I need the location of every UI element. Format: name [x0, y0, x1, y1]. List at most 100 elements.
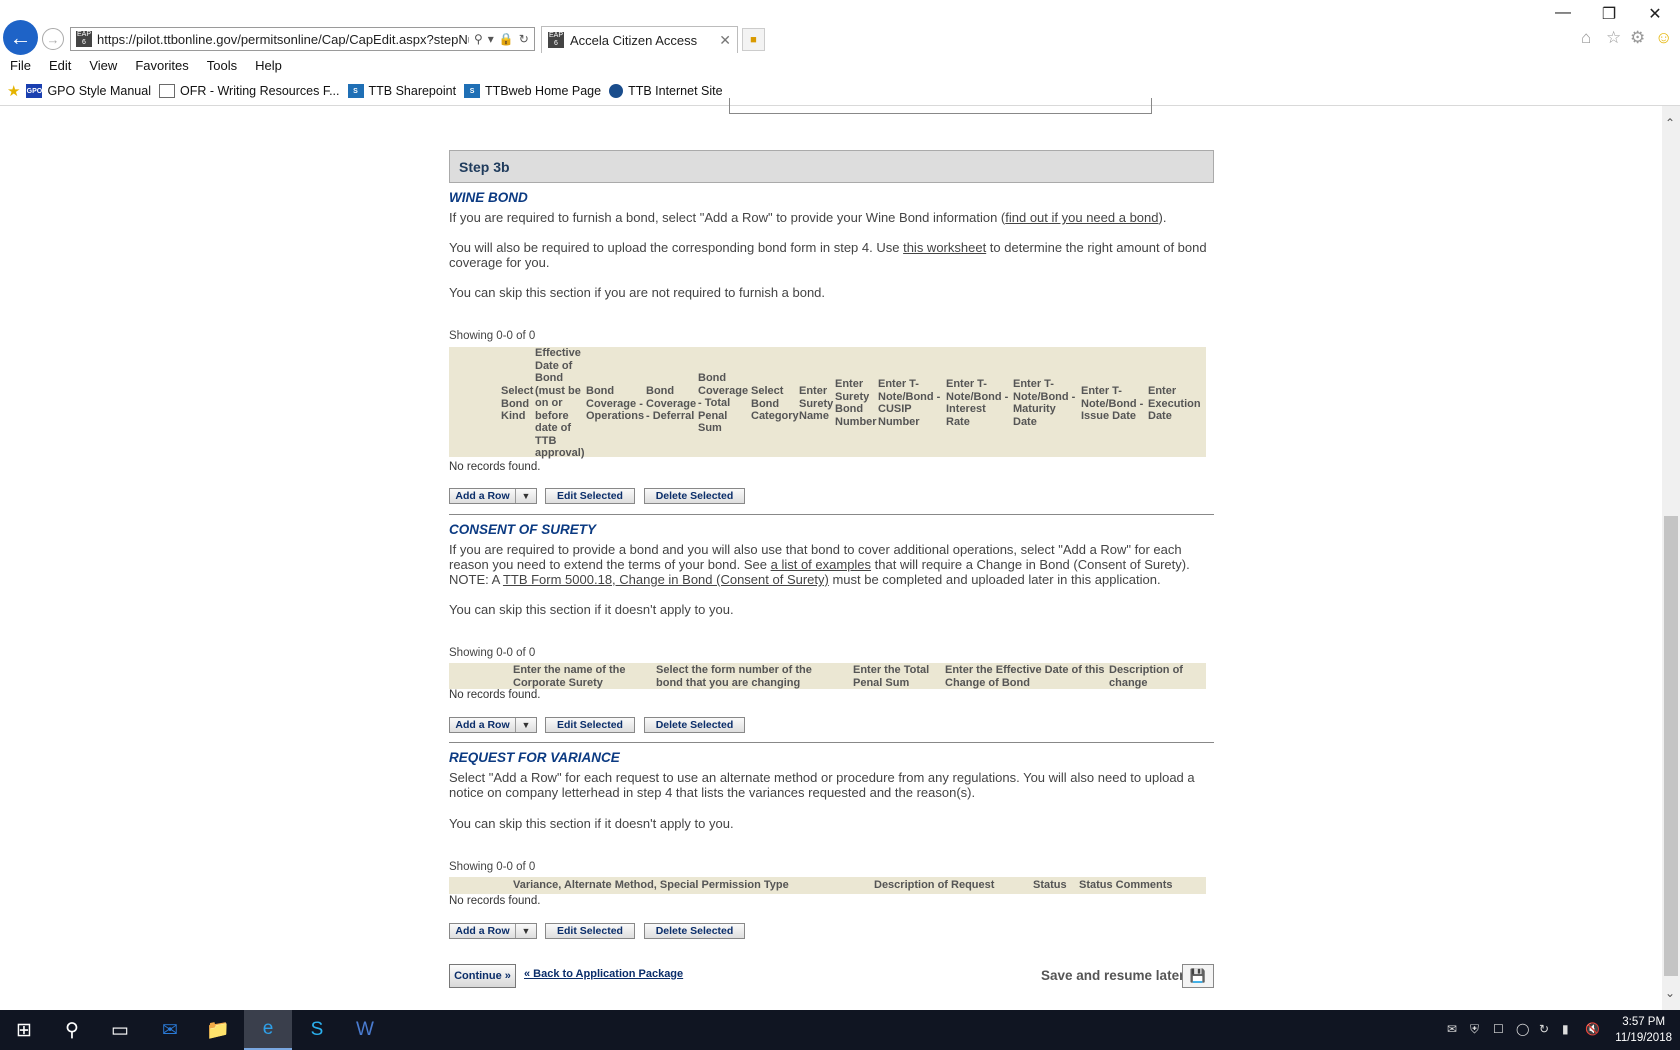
list-of-examples-link[interactable]: a list of examples	[771, 557, 871, 572]
close-window-icon[interactable]: ✕	[1640, 4, 1670, 24]
add-row-label[interactable]: Add a Row	[450, 489, 516, 503]
find-out-bond-link[interactable]: find out if you need a bond	[1005, 210, 1158, 225]
text: must be completed and uploaded later in …	[828, 572, 1161, 587]
favorites-add-star-icon[interactable]: ★	[7, 82, 20, 100]
gpo-icon: GPO	[26, 84, 43, 98]
wine-bond-edit-selected-button[interactable]: Edit Selected	[545, 488, 635, 504]
col-tnote-maturity-date[interactable]: Enter T-Note/Bond - Maturity Date	[1013, 378, 1081, 428]
file-explorer-icon[interactable]: 📁	[194, 1010, 242, 1050]
consent-of-surety-title: CONSENT OF SURETY	[449, 522, 597, 537]
col-surety-bond-number[interactable]: Enter Surety Bond Number	[835, 378, 879, 428]
dropdown-arrow-icon[interactable]: ▾	[488, 32, 494, 46]
favorite-ttb-internet-site[interactable]: TTB Internet Site	[609, 84, 723, 98]
favorites-star-icon[interactable]: ☆	[1606, 28, 1621, 48]
word-icon[interactable]: W	[341, 1010, 389, 1050]
consent-delete-selected-button[interactable]: Delete Selected	[644, 717, 745, 733]
back-to-application-package-link[interactable]: « Back to Application Package	[524, 968, 683, 980]
col-description-of-request[interactable]: Description of Request	[874, 879, 1014, 892]
security-shield-tray-icon[interactable]: ⛨	[1470, 1022, 1479, 1037]
scroll-down-arrow-icon[interactable]: ⌄	[1665, 986, 1675, 1000]
dropdown-arrow-icon[interactable]: ▼	[516, 718, 536, 732]
new-tab-icon[interactable]: ■	[742, 28, 765, 51]
skype-tray-icon[interactable]: ◯	[1516, 1022, 1529, 1036]
col-status[interactable]: Status	[1033, 879, 1073, 892]
scroll-up-arrow-icon[interactable]: ⌃	[1665, 116, 1675, 130]
col-tnote-cusip[interactable]: Enter T-Note/Bond - CUSIP Number	[878, 378, 946, 428]
add-row-label[interactable]: Add a Row	[450, 924, 516, 938]
menu-edit[interactable]: Edit	[39, 56, 79, 76]
search-icon[interactable]: ⚲	[474, 32, 483, 46]
col-execution-date[interactable]: Enter Execution Date	[1148, 385, 1204, 423]
url-text[interactable]: https://pilot.ttbonline.gov/permitsonlin…	[97, 32, 469, 47]
internet-explorer-icon[interactable]: e	[244, 1010, 292, 1050]
col-tnote-interest-rate[interactable]: Enter T-Note/Bond - Interest Rate	[946, 378, 1012, 428]
volume-muted-tray-icon[interactable]: 🔇	[1585, 1022, 1600, 1036]
variance-delete-selected-button[interactable]: Delete Selected	[644, 923, 745, 939]
save-disk-icon[interactable]: 💾	[1182, 964, 1214, 988]
col-coverage-total-penal-sum[interactable]: Bond Coverage - Total Penal Sum	[698, 372, 750, 435]
wine-bond-delete-selected-button[interactable]: Delete Selected	[644, 488, 745, 504]
add-row-label[interactable]: Add a Row	[450, 718, 516, 732]
col-effective-date[interactable]: Effective Date of Bond (must be on or be…	[535, 347, 585, 460]
col-total-penal-sum[interactable]: Enter the Total Penal Sum	[853, 664, 935, 689]
dropdown-arrow-icon[interactable]: ▼	[516, 489, 536, 503]
consent-edit-selected-button[interactable]: Edit Selected	[545, 717, 635, 733]
col-coverage-deferral[interactable]: Bond Coverage - Deferral	[646, 385, 700, 423]
col-bond-form-number[interactable]: Select the form number of the bond that …	[656, 664, 841, 689]
skype-icon[interactable]: S	[293, 1010, 341, 1050]
task-view-icon[interactable]: ▭	[96, 1010, 144, 1050]
col-effective-date-change[interactable]: Enter the Effective Date of this Change …	[945, 664, 1107, 689]
menu-help[interactable]: Help	[245, 56, 290, 76]
request-for-variance-title: REQUEST FOR VARIANCE	[449, 750, 620, 765]
col-select-bond-kind[interactable]: Select Bond Kind	[501, 385, 533, 423]
battery-tray-icon[interactable]: ▮	[1562, 1022, 1569, 1036]
sync-tray-icon[interactable]: ↻	[1539, 1022, 1549, 1036]
col-description-of-change[interactable]: Description of change	[1109, 664, 1199, 689]
col-coverage-operations[interactable]: Bond Coverage - Operations	[586, 385, 646, 423]
wine-bond-add-row-button[interactable]: Add a Row ▼	[449, 488, 537, 504]
ttb-form-5000-18-link[interactable]: TTB Form 5000.18, Change in Bond (Consen…	[503, 572, 829, 587]
mail-tray-icon[interactable]: ✉	[1447, 1022, 1457, 1036]
back-arrow-icon[interactable]: ←	[3, 20, 38, 55]
smiley-feedback-icon[interactable]: ☺	[1655, 28, 1672, 48]
minimize-icon[interactable]: —	[1548, 4, 1578, 22]
page-scrollbar[interactable]: ⌃ ⌄	[1662, 106, 1680, 1010]
refresh-icon[interactable]: ↻	[519, 32, 529, 46]
col-variance-type[interactable]: Variance, Alternate Method, Special Perm…	[513, 879, 853, 892]
lock-icon[interactable]: 🔒	[499, 32, 514, 46]
home-icon[interactable]: ⌂	[1581, 28, 1591, 48]
settings-gear-icon[interactable]: ⚙	[1630, 28, 1645, 48]
menu-view[interactable]: View	[79, 56, 125, 76]
wine-bond-intro: If you are required to furnish a bond, s…	[449, 210, 1214, 225]
menu-tools[interactable]: Tools	[197, 56, 245, 76]
dropdown-arrow-icon[interactable]: ▼	[516, 924, 536, 938]
col-surety-name[interactable]: Enter Surety Name	[799, 385, 839, 423]
outlook-tray-icon[interactable]: ☐	[1493, 1022, 1504, 1036]
favorite-ttb-sharepoint[interactable]: S TTB Sharepoint	[347, 84, 456, 98]
outlook-icon[interactable]: ✉	[146, 1010, 194, 1050]
favorite-gpo-style-manual[interactable]: GPO GPO Style Manual	[26, 84, 151, 98]
restore-icon[interactable]: ❐	[1594, 4, 1624, 24]
menu-file[interactable]: File	[0, 56, 39, 76]
variance-add-row-button[interactable]: Add a Row ▼	[449, 923, 537, 939]
address-bar[interactable]: EAP 6 https://pilot.ttbonline.gov/permit…	[70, 27, 535, 51]
col-status-comments[interactable]: Status Comments	[1079, 879, 1189, 892]
close-tab-icon[interactable]: ✕	[719, 32, 731, 49]
menu-favorites[interactable]: Favorites	[125, 56, 196, 76]
browser-tab[interactable]: EAP 6 Accela Citizen Access ✕	[541, 26, 738, 53]
col-tnote-issue-date[interactable]: Enter T-Note/Bond - Issue Date	[1081, 385, 1147, 423]
variance-edit-selected-button[interactable]: Edit Selected	[545, 923, 635, 939]
col-corporate-surety[interactable]: Enter the name of the Corporate Surety	[513, 664, 643, 689]
system-clock[interactable]: 3:57 PM 11/19/2018	[1615, 1014, 1672, 1046]
wine-bond-skip-note: You can skip this section if you are not…	[449, 285, 826, 300]
continue-button[interactable]: Continue »	[449, 964, 516, 988]
search-icon[interactable]: ⚲	[48, 1010, 96, 1050]
col-select-bond-category[interactable]: Select Bond Category	[751, 385, 801, 423]
favorite-ttbweb-home-page[interactable]: S TTBweb Home Page	[464, 84, 601, 98]
consent-add-row-button[interactable]: Add a Row ▼	[449, 717, 537, 733]
forward-arrow-icon[interactable]: →	[42, 28, 64, 50]
scroll-thumb[interactable]	[1664, 516, 1678, 976]
windows-start-icon[interactable]: ⊞	[0, 1010, 48, 1050]
favorite-ofr-writing-resources[interactable]: OFR - Writing Resources F...	[158, 84, 340, 98]
worksheet-link[interactable]: this worksheet	[903, 240, 986, 255]
